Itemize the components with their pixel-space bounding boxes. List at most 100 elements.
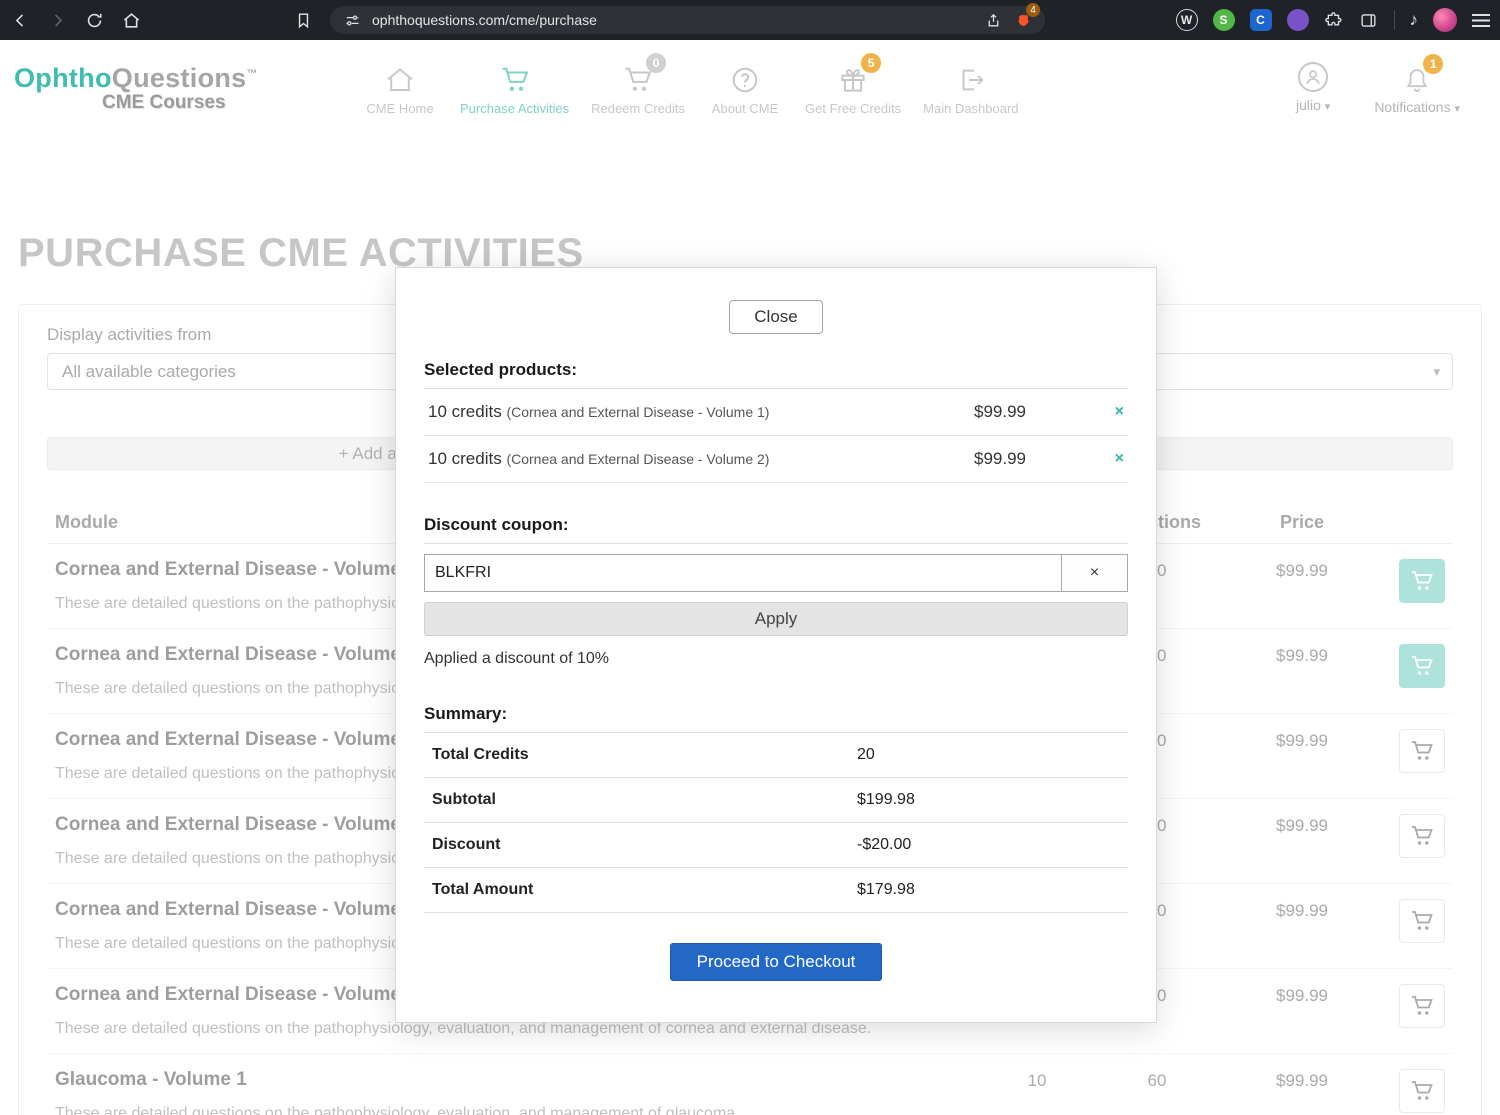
nav-cme-home[interactable]: CME Home bbox=[362, 61, 438, 116]
cart-modal: Close Selected products: 10 credits (Cor… bbox=[395, 267, 1157, 1023]
summary-label: Total Amount bbox=[432, 881, 534, 898]
wikipedia-extension-icon[interactable]: W bbox=[1175, 9, 1198, 31]
module-price: $99.99 bbox=[1276, 986, 1328, 1005]
module-credits: 10 bbox=[1027, 1071, 1047, 1090]
reload-icon[interactable] bbox=[84, 10, 104, 30]
summary-label: Subtotal bbox=[432, 791, 496, 808]
notifications-menu[interactable]: 1 Notifications ▾ bbox=[1374, 53, 1460, 115]
chevron-down-icon: ▾ bbox=[1454, 102, 1460, 115]
user-name: julio ▾ bbox=[1295, 96, 1331, 113]
clear-icon: × bbox=[1089, 564, 1100, 581]
divider bbox=[424, 543, 1128, 544]
divider bbox=[1393, 10, 1395, 30]
notifications-badge: 1 bbox=[1423, 53, 1444, 74]
home-icon bbox=[384, 61, 416, 95]
coupon-input[interactable] bbox=[424, 554, 1061, 592]
nav-purchase-activities[interactable]: Purchase Activities bbox=[460, 61, 569, 116]
coupon-clear-button[interactable]: × bbox=[1061, 554, 1128, 592]
summary-section: Summary: Total Credits 20 Subtotal $199.… bbox=[424, 704, 1128, 913]
free-credits-badge: 5 bbox=[861, 52, 882, 73]
brave-badge: 4 bbox=[1026, 3, 1040, 17]
user-area: julio ▾ 1 Notifications ▾ bbox=[1295, 53, 1486, 115]
nav-redeem-credits[interactable]: 0 Redeem Credits bbox=[591, 52, 685, 116]
screen: ophthoquestions.com/cme/purchase 4 W S C… bbox=[0, 0, 1500, 1115]
remove-product-button[interactable]: × bbox=[1094, 450, 1124, 468]
summary-row: Discount -$20.00 bbox=[424, 823, 1128, 868]
add-to-cart-button[interactable] bbox=[1399, 644, 1445, 688]
url-text[interactable]: ophthoquestions.com/cme/purchase bbox=[372, 12, 973, 28]
chevron-down-icon: ▾ bbox=[1324, 100, 1331, 113]
url-bar[interactable]: ophthoquestions.com/cme/purchase 4 bbox=[330, 3, 1045, 34]
add-to-cart-button[interactable] bbox=[1399, 984, 1445, 1028]
selected-products-heading: Selected products: bbox=[424, 360, 578, 379]
summary-row: Subtotal $199.98 bbox=[424, 778, 1128, 823]
media-control-icon[interactable]: ♪ bbox=[1410, 10, 1419, 30]
cart-icon bbox=[1412, 741, 1433, 760]
module-price: $99.99 bbox=[1276, 561, 1328, 580]
summary-table: Total Credits 20 Subtotal $199.98 Discou… bbox=[424, 732, 1128, 913]
summary-row: Total Amount $179.98 bbox=[424, 868, 1128, 913]
cart-icon bbox=[1412, 571, 1433, 590]
coupon-section: Discount coupon: × Apply Applied a disco… bbox=[424, 515, 1128, 668]
share-icon[interactable] bbox=[983, 10, 1003, 30]
apply-coupon-button[interactable]: Apply bbox=[424, 602, 1128, 636]
logo-subtitle: CME Courses bbox=[102, 91, 226, 113]
purple-extension-icon[interactable] bbox=[1286, 9, 1309, 31]
module-price: $99.99 bbox=[1276, 731, 1328, 750]
site-settings-icon[interactable] bbox=[342, 10, 362, 30]
logo-text: OphthoQuestions™ bbox=[14, 62, 258, 93]
cart-icon bbox=[1412, 656, 1433, 675]
summary-label: Discount bbox=[432, 836, 501, 853]
sidebar-icon[interactable] bbox=[1359, 10, 1379, 30]
module-price: $99.99 bbox=[1276, 816, 1328, 835]
browser-extensions-area: W S C ♪ bbox=[1175, 8, 1490, 32]
close-button[interactable]: Close bbox=[729, 300, 823, 334]
green-extension-icon[interactable]: S bbox=[1212, 9, 1235, 31]
add-to-cart-button[interactable] bbox=[1399, 559, 1445, 603]
browser-menu-icon[interactable] bbox=[1472, 13, 1490, 27]
cart-icon: 0 bbox=[622, 52, 667, 95]
nav-get-free-credits[interactable]: 5 Get Free Credits bbox=[805, 52, 901, 116]
add-to-cart-button[interactable] bbox=[1399, 729, 1445, 773]
summary-label: Total Credits bbox=[432, 746, 529, 763]
redeem-credits-badge: 0 bbox=[646, 52, 667, 73]
forward-icon bbox=[47, 10, 67, 30]
user-avatar-icon bbox=[1298, 61, 1329, 92]
blue-extension-icon[interactable]: C bbox=[1249, 9, 1272, 31]
cart-icon bbox=[1412, 996, 1433, 1015]
summary-heading: Summary: bbox=[424, 704, 508, 723]
product-name: 10 credits (Cornea and External Disease … bbox=[428, 449, 770, 468]
product-price: $99.99 bbox=[974, 402, 1026, 421]
proceed-to-checkout-button[interactable]: Proceed to Checkout bbox=[669, 943, 883, 981]
nav-main-dashboard[interactable]: Main Dashboard bbox=[923, 61, 1019, 116]
bookmark-icon[interactable] bbox=[293, 10, 313, 30]
exit-icon bbox=[955, 61, 987, 95]
gift-icon: 5 bbox=[837, 52, 882, 95]
notifications-label: Notifications ▾ bbox=[1374, 98, 1460, 115]
site-logo[interactable]: OphthoQuestions™ CME Courses bbox=[14, 63, 304, 114]
selected-products-list: 10 credits (Cornea and External Disease … bbox=[424, 389, 1128, 483]
back-icon[interactable] bbox=[10, 10, 30, 30]
brave-shield-icon[interactable]: 4 bbox=[1013, 3, 1040, 30]
add-to-cart-button[interactable] bbox=[1399, 899, 1445, 943]
module-description: These are detailed questions on the path… bbox=[55, 1105, 740, 1115]
col-price: Price bbox=[1279, 512, 1325, 532]
bell-icon: 1 bbox=[1403, 53, 1444, 94]
home-browser-icon[interactable] bbox=[121, 10, 141, 30]
module-price: $99.99 bbox=[1276, 1071, 1328, 1090]
remove-product-button[interactable]: × bbox=[1094, 403, 1124, 421]
summary-value: $199.98 bbox=[857, 791, 915, 808]
coupon-heading: Discount coupon: bbox=[424, 515, 569, 534]
question-circle-icon bbox=[729, 61, 761, 95]
cart-icon bbox=[1412, 911, 1433, 930]
module-questions: 60 bbox=[1147, 1071, 1167, 1090]
browser-profile-avatar[interactable] bbox=[1433, 8, 1457, 32]
summary-value: $179.98 bbox=[857, 881, 915, 898]
add-to-cart-button[interactable] bbox=[1399, 1069, 1445, 1113]
nav-about-cme[interactable]: About CME bbox=[707, 61, 783, 116]
add-to-cart-button[interactable] bbox=[1399, 814, 1445, 858]
cart-icon bbox=[1412, 1081, 1433, 1100]
extensions-puzzle-icon[interactable] bbox=[1324, 10, 1344, 30]
remove-icon: × bbox=[1114, 450, 1124, 467]
user-menu[interactable]: julio ▾ bbox=[1295, 61, 1331, 115]
